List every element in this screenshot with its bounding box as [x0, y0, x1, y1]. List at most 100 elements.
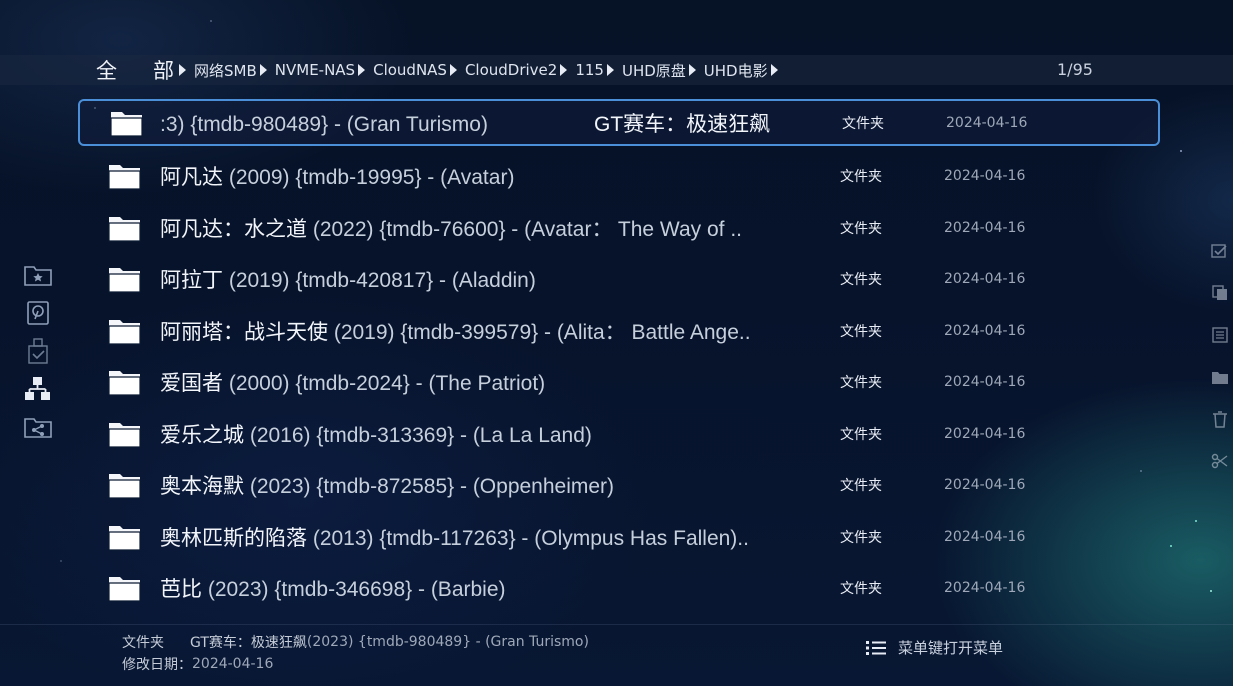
file-row[interactable]: 奥林匹斯的陷落 (2013) {tmdb-117263} - (Olympus … — [78, 511, 1160, 563]
delete-icon[interactable] — [1208, 398, 1232, 440]
file-date: 2024-04-16 — [944, 528, 1026, 545]
file-name-cn: 阿凡达：水之道 — [160, 217, 307, 241]
file-name-en: (2022) {tmdb-76600} - (Avatar： The Way o… — [307, 217, 742, 241]
copy-icon[interactable] — [1208, 272, 1232, 314]
usb-drive-icon[interactable] — [22, 332, 54, 370]
footer-divider — [0, 624, 1233, 625]
file-name-cn: 爱国者 — [160, 372, 223, 396]
favorites-folder-icon[interactable] — [22, 256, 54, 294]
chevron-right-icon — [688, 64, 696, 76]
file-name-en: (2016) {tmdb-313369} - (La La Land) — [244, 423, 592, 447]
file-date: 2024-04-16 — [944, 271, 1026, 288]
file-name-en: (2023) {tmdb-346698} - (Barbie) — [202, 578, 506, 602]
file-row[interactable]: 阿拉丁 (2019) {tmdb-420817} - (Aladdin) 文件夹… — [78, 254, 1160, 306]
file-row[interactable]: 阿凡达 (2009) {tmdb-19995} - (Avatar) 文件夹 2… — [78, 151, 1160, 203]
menu-list-icon — [866, 640, 886, 655]
folder-icon — [108, 525, 141, 551]
select-icon[interactable] — [1208, 230, 1232, 272]
file-name: 芭比 (2023) {tmdb-346698} - (Barbie) — [160, 573, 820, 603]
modified-date-label: 修改日期： — [122, 657, 192, 673]
modified-date-value: 2024-04-16 — [192, 656, 274, 672]
breadcrumb-item[interactable]: UHD电影 — [704, 60, 768, 81]
details-icon[interactable] — [1208, 314, 1232, 356]
chevron-right-icon — [560, 64, 568, 76]
file-name: 阿凡达：水之道 (2022) {tmdb-76600} - (Avatar： T… — [160, 213, 820, 243]
breadcrumb-item[interactable]: NVME-NAS — [275, 61, 355, 79]
file-name-en: (2009) {tmdb-19995} - (Avatar) — [223, 166, 515, 190]
file-name-cn: GT赛车：极速狂飙 — [593, 112, 771, 136]
folder-icon — [108, 268, 141, 293]
menu-hint-text: 菜单键打开菜单 — [898, 639, 1004, 657]
file-date: 2024-04-16 — [944, 322, 1026, 339]
chevron-right-icon — [179, 64, 186, 76]
file-row[interactable]: 阿丽塔：战斗天使 (2019) {tmdb-399579} - (Alita： … — [78, 305, 1160, 357]
file-type: 文件夹 — [840, 478, 882, 495]
file-type: 文件夹 — [840, 220, 882, 237]
breadcrumb-item[interactable]: 115 — [575, 61, 604, 79]
file-type: 文件夹 — [840, 529, 882, 546]
breadcrumb-root-char: 全 — [96, 59, 117, 83]
file-name: 奥本海默 (2023) {tmdb-872585} - (Oppenheimer… — [160, 470, 820, 500]
file-date: 2024-04-16 — [944, 374, 1026, 391]
move-icon[interactable] — [1208, 356, 1232, 398]
file-type: 文件夹 — [840, 169, 882, 186]
file-row[interactable]: 芭比 (2023) {tmdb-346698} - (Barbie) 文件夹 2… — [78, 563, 1160, 615]
breadcrumb-item[interactable]: UHD原盘 — [622, 60, 686, 81]
network-icon[interactable] — [22, 370, 54, 408]
selection-type-label: 文件夹 — [122, 635, 164, 651]
file-list: :3) {tmdb-980489} - (Gran Turismo) GT赛车：极… — [78, 99, 1160, 614]
selection-info: 文件夹 GT赛车：极速狂飙 (2023) {tmdb-980489} - (Gr… — [122, 631, 589, 675]
local-disk-icon[interactable] — [22, 294, 54, 332]
chevron-right-icon — [770, 64, 778, 76]
page-counter: 1/95 — [1057, 60, 1093, 79]
file-name: 爱乐之城 (2016) {tmdb-313369} - (La La Land) — [160, 419, 820, 449]
chevron-right-icon — [358, 64, 366, 76]
folder-icon — [108, 422, 141, 448]
file-name-en: :3) {tmdb-980489} - (Gran Turismo) — [160, 112, 488, 136]
selection-name-rest: (2023) {tmdb-980489} - (Gran Turismo) — [306, 634, 589, 650]
cut-icon[interactable] — [1208, 440, 1232, 482]
file-name-cn: 奥本海默 — [160, 475, 244, 499]
file-name: 爱国者 (2000) {tmdb-2024} - (The Patriot) — [160, 367, 820, 397]
file-date: 2024-04-16 — [946, 114, 1028, 131]
file-date: 2024-04-16 — [944, 168, 1026, 185]
file-name-cn: 芭比 — [160, 578, 202, 602]
file-type: 文件夹 — [840, 323, 882, 340]
breadcrumb-item[interactable]: 网络SMB — [194, 60, 257, 81]
file-row[interactable]: 爱国者 (2000) {tmdb-2024} - (The Patriot) 文… — [78, 357, 1160, 409]
folder-icon — [108, 371, 141, 396]
file-row[interactable]: 爱乐之城 (2016) {tmdb-313369} - (La La Land)… — [78, 408, 1160, 460]
file-row[interactable]: 阿凡达：水之道 (2022) {tmdb-76600} - (Avatar： T… — [78, 202, 1160, 254]
menu-hint: 菜单键打开菜单 — [866, 637, 1003, 658]
file-type: 文件夹 — [840, 272, 882, 289]
chevron-right-icon — [259, 64, 267, 76]
file-date: 2024-04-16 — [944, 425, 1026, 442]
file-name-en: (2000) {tmdb-2024} - (The Patriot) — [223, 372, 546, 396]
file-name: 奥林匹斯的陷落 (2013) {tmdb-117263} - (Olympus … — [160, 522, 820, 552]
folder-icon — [108, 216, 141, 242]
selection-info-date-line: 修改日期： 2024-04-16 — [122, 653, 589, 675]
file-type: 文件夹 — [840, 426, 882, 443]
shared-folder-icon[interactable] — [22, 408, 54, 446]
file-name-en: (2013) {tmdb-117263} - (Olympus Has Fall… — [307, 526, 749, 550]
breadcrumb-item[interactable]: CloudNAS — [373, 61, 447, 79]
breadcrumb-path: 网络SMB NVME-NAS CloudNAS CloudDrive2 115 … — [179, 55, 786, 85]
selection-name-cn: GT赛车：极速狂飙 — [190, 635, 307, 651]
chevron-right-icon — [606, 64, 614, 76]
file-name-cn: 爱乐之城 — [160, 423, 244, 447]
right-icon-rail — [1208, 230, 1232, 482]
left-icon-rail — [22, 256, 54, 446]
folder-icon — [108, 319, 141, 345]
folder-icon — [108, 474, 141, 499]
file-row[interactable]: 奥本海默 (2023) {tmdb-872585} - (Oppenheimer… — [78, 460, 1160, 512]
folder-icon — [110, 111, 143, 137]
file-date: 2024-04-16 — [944, 580, 1026, 597]
breadcrumb-item[interactable]: CloudDrive2 — [465, 61, 557, 79]
file-name: 阿凡达 (2009) {tmdb-19995} - (Avatar) — [160, 161, 820, 191]
file-row-selected[interactable]: :3) {tmdb-980489} - (Gran Turismo) GT赛车：极… — [78, 99, 1160, 146]
file-name: 阿拉丁 (2019) {tmdb-420817} - (Aladdin) — [160, 264, 820, 294]
folder-icon — [108, 165, 141, 190]
chevron-right-icon — [449, 64, 457, 76]
breadcrumb-root[interactable]: 全 部 — [96, 55, 174, 85]
file-name-cn: 奥林匹斯的陷落 — [160, 526, 307, 550]
